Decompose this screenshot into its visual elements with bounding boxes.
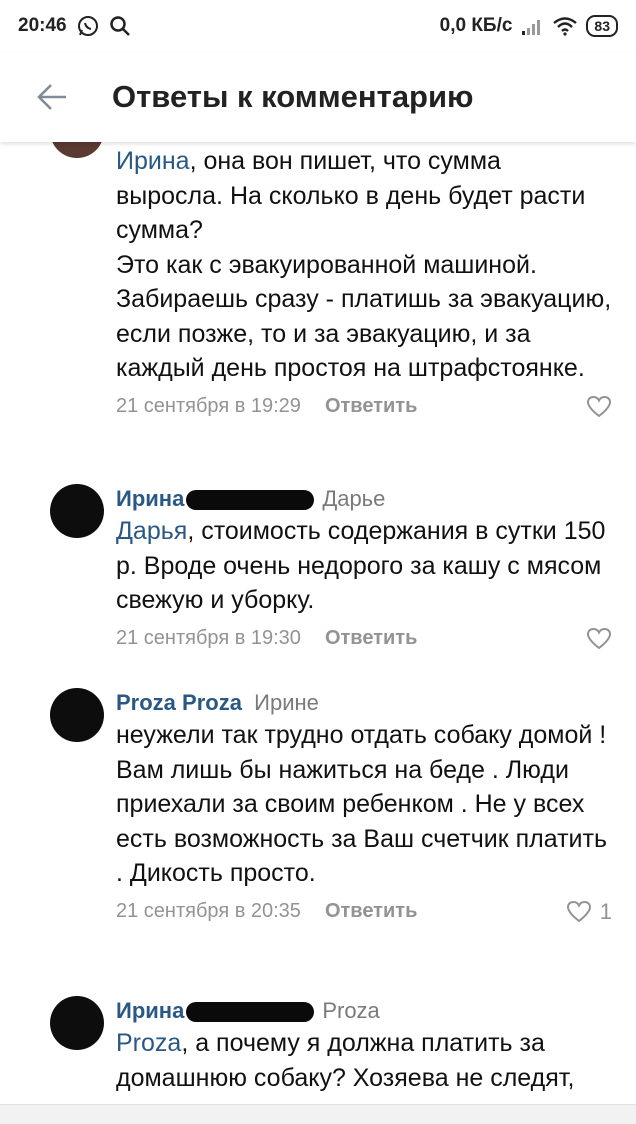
arrow-left-icon — [37, 84, 66, 110]
comment-author[interactable]: Ирина — [116, 998, 184, 1023]
heart-icon — [566, 900, 591, 922]
search-icon — [109, 15, 131, 37]
reply-to[interactable]: Proza — [322, 998, 379, 1023]
back-button[interactable] — [22, 67, 82, 127]
comment-text: Дарья, стоимость содержания в сутки 150 … — [116, 517, 606, 614]
mention-link[interactable]: Дарья — [116, 517, 187, 545]
comment-text: Ирина, она вон пишет, что сумма выросла.… — [116, 147, 612, 382]
avatar[interactable] — [50, 688, 104, 742]
comment-meta: 21 сентября в 19:29 Ответить — [116, 392, 612, 422]
comment-date: 21 сентября в 19:30 — [116, 627, 301, 649]
comment-author[interactable]: Ирина — [116, 486, 184, 511]
comment-date: 21 сентября в 19:29 — [116, 395, 301, 417]
comment-header: Proza Proza Ирине — [116, 688, 612, 718]
clock: 20:46 — [18, 15, 67, 36]
comment-header: Ирина Дарье — [116, 484, 612, 514]
status-bar: 20:46 0,0 КБ/с 83 — [0, 0, 636, 52]
whatsapp-icon — [77, 15, 99, 37]
comment-author[interactable]: Proza Proza — [116, 690, 242, 715]
heart-icon — [586, 627, 612, 649]
page-title: Ответы к комментарию — [112, 79, 474, 114]
reply-button[interactable]: Ответить — [325, 627, 417, 650]
comment-text: неужели так трудно отдать собаку домой !… — [116, 721, 607, 887]
comments-feed[interactable]: Ирина, она вон пишет, что сумма выросла.… — [0, 142, 636, 1108]
heart-icon — [586, 395, 612, 417]
reply-to[interactable]: Ирине — [254, 690, 319, 715]
mention-link[interactable]: Ирина — [116, 147, 190, 175]
wifi-icon — [552, 16, 578, 36]
network-speed: 0,0 КБ/с — [439, 15, 513, 36]
comment-text: Proza, а почему я должна платить за дома… — [116, 1029, 575, 1092]
comment-meta: 21 сентября в 20:35 Ответить 1 — [116, 897, 612, 927]
navigation-bar-edge — [0, 1104, 636, 1124]
avatar[interactable] — [50, 142, 104, 158]
like-button[interactable]: 1 — [566, 899, 612, 925]
app-header: Ответы к комментарию — [0, 52, 636, 142]
signal-icon — [520, 17, 544, 35]
avatar[interactable] — [50, 484, 104, 538]
like-count: 1 — [599, 898, 612, 924]
like-button[interactable] — [586, 395, 612, 419]
avatar[interactable] — [50, 996, 104, 1050]
reply-button[interactable]: Ответить — [325, 395, 417, 418]
mention-link[interactable]: Proza — [116, 1029, 181, 1057]
like-button[interactable] — [586, 627, 612, 651]
comment-date: 21 сентября в 20:35 — [116, 900, 301, 922]
redacted-surname — [186, 490, 315, 511]
comment-header: Ирина Proza — [116, 996, 612, 1026]
reply-to[interactable]: Дарье — [322, 486, 385, 511]
comment-meta: 21 сентября в 19:30 Ответить — [116, 624, 612, 654]
battery-indicator: 83 — [586, 15, 618, 37]
reply-button[interactable]: Ответить — [325, 900, 417, 923]
redacted-surname — [186, 1002, 315, 1023]
